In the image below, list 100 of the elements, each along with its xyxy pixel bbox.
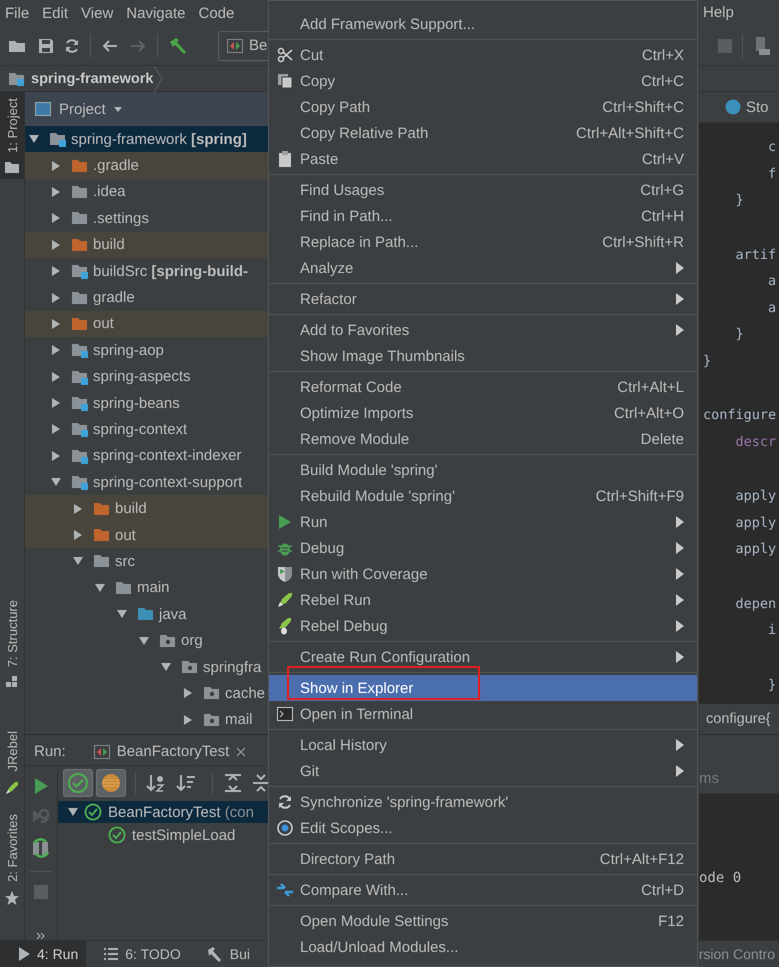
test-item[interactable]: BeanFactoryTest (con	[58, 801, 269, 823]
menu-item[interactable]: Remove Module Delete	[269, 426, 697, 452]
expand-all-icon[interactable]	[223, 773, 243, 793]
menu-title[interactable]: File	[5, 4, 30, 22]
tree-item[interactable]: .gradle	[25, 152, 269, 179]
expand-arrow-icon[interactable]	[51, 266, 61, 276]
expand-arrow-icon[interactable]	[117, 609, 127, 620]
tree-item[interactable]: cache	[25, 680, 269, 707]
sort-duration-icon[interactable]	[176, 773, 196, 793]
menu-item[interactable]: Edit Scopes...	[269, 815, 697, 841]
tree-item[interactable]: spring-aop	[25, 337, 269, 364]
tree-item[interactable]: build	[25, 232, 269, 258]
sync-icon[interactable]	[64, 38, 80, 54]
tree-item[interactable]: spring-context-indexer	[25, 442, 269, 470]
menu-title[interactable]: Edit	[42, 4, 68, 22]
menu-item[interactable]: Create Run Configuration	[269, 644, 697, 670]
menu-item[interactable]: Local History	[269, 732, 697, 758]
status-text[interactable]: rsion Contro	[698, 946, 779, 962]
expand-arrow-icon[interactable]	[51, 186, 61, 197]
back-arrow-icon[interactable]	[101, 38, 119, 54]
expand-arrow-icon[interactable]	[73, 530, 83, 540]
menu-item[interactable]: Open Module Settings F12	[269, 908, 697, 934]
expand-arrow-icon[interactable]	[51, 240, 61, 250]
expand-arrow-icon[interactable]	[51, 450, 61, 461]
menu-item[interactable]: Load/Unload Modules...	[269, 934, 697, 960]
menu-item[interactable]: Synchronize 'spring-framework'	[269, 789, 697, 815]
tree-item[interactable]: buildSrc [spring-build-	[25, 258, 269, 284]
menu-item[interactable]: Copy Relative Path Ctrl+Alt+Shift+C	[269, 120, 697, 146]
menu-item[interactable]: Directory Path Ctrl+Alt+F12	[269, 846, 697, 872]
menu-item[interactable]: Rebel Run	[269, 587, 697, 613]
expand-arrow-icon[interactable]	[29, 134, 39, 144]
tree-item[interactable]: spring-aspects	[25, 364, 269, 390]
tree-item[interactable]: build	[25, 495, 269, 522]
tree-item[interactable]: .settings	[25, 205, 269, 232]
tree-item[interactable]: org	[25, 627, 269, 654]
tool-window-tab[interactable]: JRebel	[0, 725, 24, 802]
more-icon[interactable]	[36, 932, 46, 940]
expand-arrow-icon[interactable]	[73, 504, 83, 514]
expand-arrow-icon[interactable]	[51, 213, 61, 224]
expand-arrow-icon[interactable]	[183, 688, 193, 698]
menu-title[interactable]: Help	[703, 4, 734, 21]
menu-item[interactable]: Find in Path... Ctrl+H	[269, 203, 697, 229]
run-icon[interactable]	[34, 778, 48, 794]
close-icon[interactable]	[236, 746, 246, 756]
collapse-all-icon[interactable]	[253, 773, 269, 793]
breadcrumb-item[interactable]: spring-framework	[8, 70, 154, 86]
tree-item[interactable]: out	[25, 310, 269, 338]
tree-item[interactable]: java	[25, 601, 269, 628]
tool-window-tab[interactable]: 1: Project	[0, 92, 24, 179]
menu-item[interactable]: Find Usages Ctrl+G	[269, 177, 697, 203]
menu-item[interactable]: Show Image Thumbnails	[269, 343, 697, 369]
menu-title[interactable]: Code	[198, 4, 234, 22]
show-ignored-toggle[interactable]	[96, 769, 126, 797]
menu-item[interactable]: Add to Favorites	[269, 317, 697, 343]
project-view-dropdown[interactable]: Project	[35, 100, 122, 118]
tool-window-tab[interactable]: 2: Favorites	[0, 808, 24, 912]
expand-arrow-icon[interactable]	[95, 582, 105, 593]
expand-arrow-icon[interactable]	[51, 477, 61, 488]
expand-arrow-icon[interactable]	[51, 292, 61, 303]
menu-item[interactable]: Show in Explorer	[269, 675, 697, 701]
tool-window-tab[interactable]: 4: Run	[0, 941, 86, 967]
expand-arrow-icon[interactable]	[51, 160, 61, 171]
expand-arrow-icon[interactable]	[161, 662, 171, 672]
expand-arrow-icon[interactable]	[51, 318, 61, 329]
menu-item[interactable]: Optimize Imports Ctrl+Alt+O	[269, 400, 697, 426]
sort-alpha-icon[interactable]	[146, 773, 166, 793]
menu-item[interactable]: Compare With... Ctrl+D	[269, 877, 697, 903]
tool-window-tab[interactable]: 6: TODO	[86, 941, 189, 967]
menu-item[interactable]: Rebel Debug	[269, 613, 697, 639]
menu-item[interactable]: Paste Ctrl+V	[269, 146, 697, 172]
expand-arrow-icon[interactable]	[51, 424, 61, 434]
tool-window-tab[interactable]: 7: Structure	[0, 594, 24, 696]
tree-item[interactable]: .idea	[25, 178, 269, 206]
tree-item[interactable]: mail	[25, 706, 269, 733]
menu-item[interactable]: Copy Path Ctrl+Shift+C	[269, 94, 697, 120]
toggle-auto-test-icon[interactable]	[31, 838, 51, 858]
menu-title[interactable]: Navigate	[126, 4, 186, 22]
tree-item[interactable]: springfra	[25, 654, 269, 680]
tree-item[interactable]: spring-framework [spring]	[25, 126, 269, 152]
expand-arrow-icon[interactable]	[73, 556, 83, 566]
menu-item[interactable]: Replace in Path... Ctrl+Shift+R	[269, 229, 697, 255]
menu-item[interactable]: Refactor	[269, 286, 697, 312]
test-item[interactable]: testSimpleLoad	[58, 824, 269, 846]
hammer-icon[interactable]	[168, 36, 188, 54]
menu-item[interactable]: Debug	[269, 535, 697, 561]
menu-item[interactable]: Open in Terminal	[269, 701, 697, 727]
tree-item[interactable]: out	[25, 522, 269, 548]
tree-item[interactable]: spring-context-support	[25, 469, 269, 496]
menu-item[interactable]: Reformat Code Ctrl+Alt+L	[269, 374, 697, 400]
device-icon[interactable]	[753, 36, 771, 56]
expand-arrow-icon[interactable]	[139, 636, 149, 646]
menu-item[interactable]: Rebuild Module 'spring' Ctrl+Shift+F9	[269, 483, 697, 509]
expand-arrow-icon[interactable]	[51, 345, 61, 356]
tool-window-tab[interactable]: Bui	[188, 941, 258, 967]
menu-item[interactable]: Copy Ctrl+C	[269, 68, 697, 94]
expand-arrow-icon[interactable]	[51, 372, 61, 382]
expand-arrow-icon[interactable]	[51, 398, 61, 408]
menu-item[interactable]: Analyze	[269, 255, 697, 281]
menu-item[interactable]: Run	[269, 509, 697, 535]
tree-item[interactable]: spring-beans	[25, 390, 269, 416]
